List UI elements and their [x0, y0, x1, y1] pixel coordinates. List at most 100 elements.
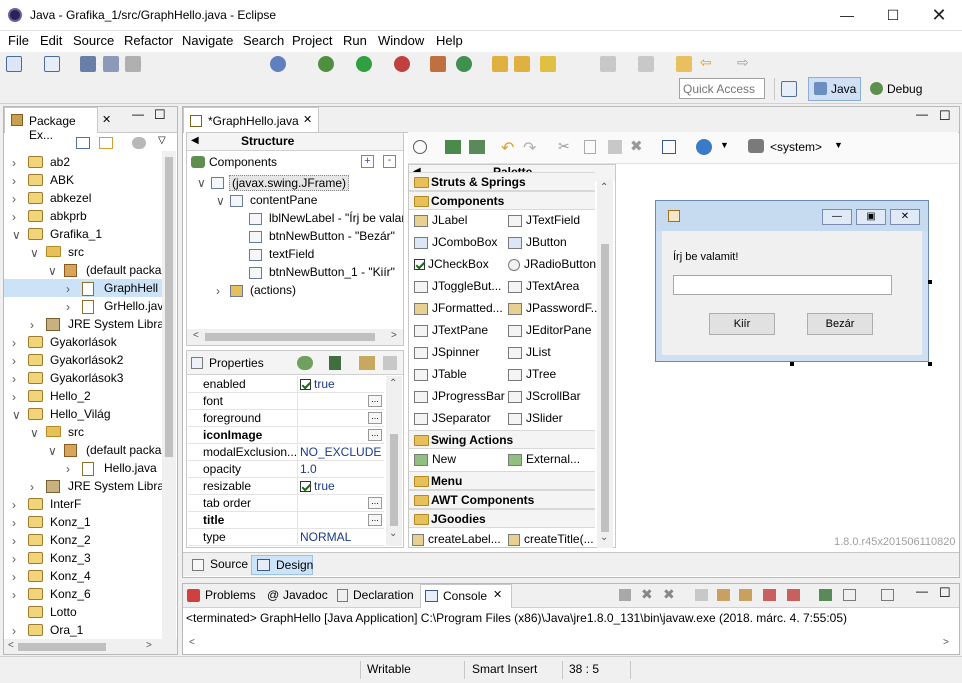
tree-item[interactable]: ∨ Hello_Világ: [4, 405, 164, 423]
collapsed-icon[interactable]: ›: [12, 336, 16, 350]
scroll-left-icon[interactable]: <: [8, 640, 14, 651]
palette-action-external[interactable]: External...: [508, 452, 580, 466]
property-row[interactable]: foreground...: [188, 410, 384, 427]
property-value[interactable]: NORMAL: [300, 530, 351, 544]
close-tab-icon[interactable]: ✕: [102, 113, 111, 126]
new-java-icon[interactable]: [44, 56, 60, 72]
palette-item[interactable]: JTable: [414, 367, 467, 381]
cut-icon[interactable]: ✂: [558, 138, 570, 155]
menu-window[interactable]: Window: [378, 33, 424, 48]
palette-item[interactable]: JPasswordF...: [508, 301, 601, 315]
coverage-icon[interactable]: [394, 56, 410, 72]
palette-item[interactable]: JCheckBox: [414, 257, 489, 271]
palette-item[interactable]: JScrollBar: [508, 389, 581, 403]
tree-item[interactable]: ∨ src: [4, 243, 164, 261]
tree-item[interactable]: ∨ (default packa: [4, 261, 164, 279]
expanded-icon[interactable]: ∨: [12, 408, 21, 422]
layout-icon[interactable]: [662, 140, 676, 154]
collapsed-icon[interactable]: ›: [12, 534, 16, 548]
print-icon[interactable]: [125, 56, 141, 72]
tree-item[interactable]: › GrHello.jav: [4, 297, 164, 315]
property-row[interactable]: iconImage...: [188, 427, 384, 444]
maximize-button[interactable]: ☐: [870, 0, 916, 31]
save-icon[interactable]: [80, 56, 96, 72]
property-value[interactable]: NO_EXCLUDE: [300, 445, 381, 459]
expanded-icon[interactable]: ∨: [30, 426, 39, 440]
category-swing-actions[interactable]: Swing Actions: [409, 430, 595, 449]
tab-graphhello[interactable]: *GraphHello.java: [183, 107, 319, 133]
resize-handle-corner[interactable]: [928, 362, 932, 366]
component-item[interactable]: › (actions): [187, 282, 403, 300]
collapsed-icon[interactable]: ›: [12, 372, 16, 386]
collapsed-icon[interactable]: ›: [12, 174, 16, 188]
tree-item[interactable]: › Ora_1: [4, 621, 164, 639]
save-all-icon[interactable]: [103, 56, 119, 72]
terminate-icon[interactable]: [619, 589, 631, 601]
palette-item[interactable]: JLabel: [414, 213, 467, 227]
expanded-icon[interactable]: ∨: [30, 246, 39, 260]
pe-vscroll-thumb[interactable]: [165, 157, 173, 457]
component-item[interactable]: ∨ (javax.swing.JFrame): [187, 174, 403, 192]
look-and-feel-select[interactable]: <system>: [770, 140, 822, 154]
properties-vscroll[interactable]: ⌃ ⌄: [386, 376, 402, 546]
expand-all-icon[interactable]: +: [361, 155, 374, 168]
tree-item[interactable]: › abkprb: [4, 207, 164, 225]
new-icon[interactable]: [6, 56, 22, 72]
palette-item[interactable]: JEditorPane: [508, 323, 591, 337]
menu-search[interactable]: Search: [243, 33, 284, 48]
tree-item[interactable]: › JRE System Librar: [4, 477, 164, 495]
collapsed-icon[interactable]: ›: [12, 588, 16, 602]
resize-handle-right[interactable]: [928, 280, 932, 284]
palette-action-new[interactable]: New: [414, 452, 456, 466]
pin-console-icon[interactable]: [819, 589, 832, 601]
tree-item[interactable]: › Hello.java: [4, 459, 164, 477]
tree-item[interactable]: › Konz_4: [4, 567, 164, 585]
palette-item[interactable]: JTextArea: [508, 279, 579, 293]
palette-item[interactable]: JProgressBar: [414, 389, 505, 403]
display-console-icon[interactable]: [843, 589, 856, 601]
tree-item[interactable]: ∨ src: [4, 423, 164, 441]
perspective-debug[interactable]: Debug: [864, 77, 927, 101]
tree-item[interactable]: ∨ (default packa: [4, 441, 164, 459]
scroll-right-icon[interactable]: >: [146, 640, 152, 651]
close-console-icon[interactable]: ✕: [493, 588, 502, 601]
open-type-icon[interactable]: [492, 56, 508, 72]
console-hscroll[interactable]: < >: [183, 636, 959, 652]
bottom-minimize-icon[interactable]: —: [916, 584, 928, 598]
properties-vscroll-thumb[interactable]: [390, 434, 398, 526]
pe-hscroll[interactable]: < >: [4, 639, 177, 654]
property-row[interactable]: enabled true: [188, 376, 384, 393]
goto-definition-icon[interactable]: [329, 356, 341, 370]
tree-item[interactable]: › ab2: [4, 153, 164, 171]
quick-access-input[interactable]: [679, 78, 765, 99]
property-value[interactable]: 1.0: [300, 462, 317, 476]
collapsed-icon[interactable]: ›: [12, 570, 16, 584]
preview-label[interactable]: Írj be valamit!: [673, 251, 738, 263]
collapsed-icon[interactable]: ›: [216, 284, 220, 298]
palette-item[interactable]: JTextField: [508, 213, 580, 227]
show-events-icon[interactable]: [297, 356, 313, 370]
perspective-java[interactable]: Java: [808, 77, 862, 101]
edit-property-button[interactable]: ...: [368, 497, 382, 509]
collapse-all-components-icon[interactable]: -: [383, 155, 396, 168]
palette-item[interactable]: JToggleBut...: [414, 279, 501, 293]
frame-preview[interactable]: — ▣ ✕ Írj be valamit! Kiír Bezár: [655, 200, 929, 362]
tree-item[interactable]: › GraphHell: [4, 279, 164, 297]
palette-scroll-down-icon[interactable]: ⌄: [600, 532, 608, 543]
close-button[interactable]: ✕: [916, 0, 962, 31]
remove-launch-icon[interactable]: ✖: [641, 586, 653, 603]
collapsed-icon[interactable]: ›: [30, 480, 34, 494]
globe-icon[interactable]: [696, 139, 712, 155]
open-perspective-icon[interactable]: [781, 81, 797, 97]
redo-icon[interactable]: ↷: [523, 138, 536, 158]
open-task-icon[interactable]: [514, 56, 530, 72]
tab-declaration[interactable]: Declaration: [333, 588, 414, 602]
focus-icon[interactable]: [132, 137, 146, 149]
tree-item[interactable]: ∨ Grafika_1: [4, 225, 164, 243]
checkbox[interactable]: [300, 379, 311, 391]
clear-console-icon[interactable]: [695, 589, 708, 601]
edit-property-button[interactable]: ...: [368, 514, 382, 526]
restore-default-icon[interactable]: [383, 356, 397, 370]
minimize-view-icon[interactable]: —: [132, 107, 144, 121]
maximize-view-icon[interactable]: ☐: [154, 107, 166, 123]
